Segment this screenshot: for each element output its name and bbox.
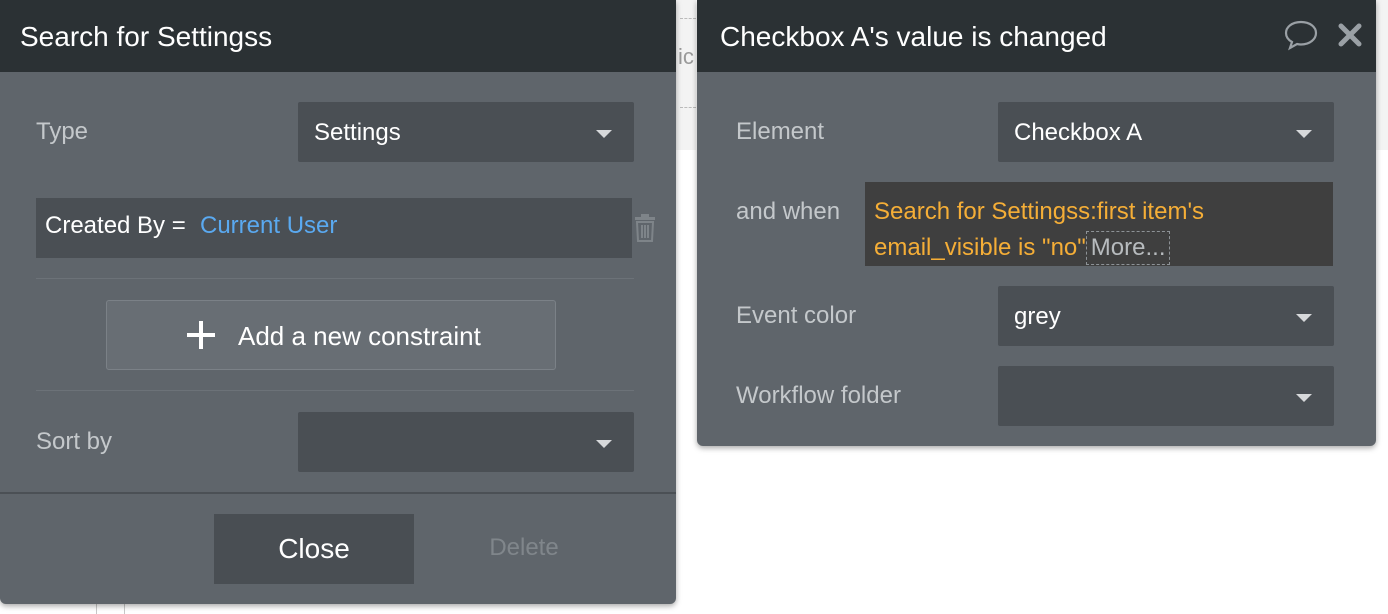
type-label: Type <box>36 118 89 145</box>
section-divider <box>36 390 634 391</box>
search-panel-title: Search for Settingss <box>20 21 273 52</box>
event-color-dropdown[interactable]: grey <box>998 286 1334 346</box>
close-icon[interactable] <box>1338 23 1362 47</box>
constraint-value[interactable]: Current User <box>200 212 337 240</box>
canvas-background-right <box>1376 0 1388 150</box>
element-label: Element <box>736 118 825 145</box>
workflow-folder-label: Workflow folder <box>736 382 901 409</box>
event-panel-title: Checkbox A's value is changed <box>720 21 1107 52</box>
canvas-guide-line <box>96 604 97 614</box>
chevron-down-icon <box>596 440 612 448</box>
plus-icon <box>187 321 215 349</box>
element-dropdown-value: Checkbox A <box>1014 119 1143 146</box>
chevron-down-icon <box>1296 314 1312 322</box>
condition-expression[interactable]: Search for Settingss:first item's email_… <box>865 182 1333 266</box>
search-editor-panel: Search for Settingss Type Settings Creat… <box>0 0 676 604</box>
footer-divider <box>0 492 676 494</box>
chevron-down-icon <box>1296 394 1312 402</box>
canvas-background <box>676 0 696 150</box>
type-dropdown-value: Settings <box>314 119 401 146</box>
type-dropdown[interactable]: Settings <box>298 102 634 162</box>
workflow-folder-dropdown[interactable] <box>998 366 1334 426</box>
canvas-dashed-line-top <box>680 18 696 19</box>
more-button[interactable]: More... <box>1085 231 1171 265</box>
condition-text-wrapper: Search for Settingss:first item's email_… <box>874 194 1326 266</box>
event-editor-panel: Checkbox A's value is changed Element Ch… <box>697 0 1376 446</box>
chevron-down-icon <box>596 130 612 138</box>
close-button[interactable]: Close <box>214 514 414 584</box>
event-color-label: Event color <box>736 302 857 329</box>
chevron-down-icon <box>1296 130 1312 138</box>
sort-by-dropdown[interactable] <box>298 412 634 472</box>
event-color-value: grey <box>1014 303 1061 330</box>
section-divider <box>36 278 634 279</box>
constraint-row[interactable]: Created By = Current User <box>36 198 632 258</box>
element-dropdown[interactable]: Checkbox A <box>998 102 1334 162</box>
comment-icon[interactable] <box>1283 19 1319 51</box>
and-when-label: and when <box>736 198 841 225</box>
search-panel-header: Search for Settingss <box>0 0 676 72</box>
delete-button[interactable]: Delete <box>464 514 584 584</box>
event-panel-header: Checkbox A's value is changed <box>697 0 1376 72</box>
canvas-partial-text: ic <box>678 44 694 69</box>
add-constraint-button[interactable]: Add a new constraint <box>106 300 556 370</box>
add-constraint-label: Add a new constraint <box>238 321 481 351</box>
sort-by-label: Sort by <box>36 428 113 455</box>
canvas-dashed-line-bottom <box>680 107 696 108</box>
trash-icon[interactable] <box>634 214 656 242</box>
constraint-field[interactable]: Created By = <box>45 212 186 240</box>
canvas-guide-line <box>124 604 125 614</box>
